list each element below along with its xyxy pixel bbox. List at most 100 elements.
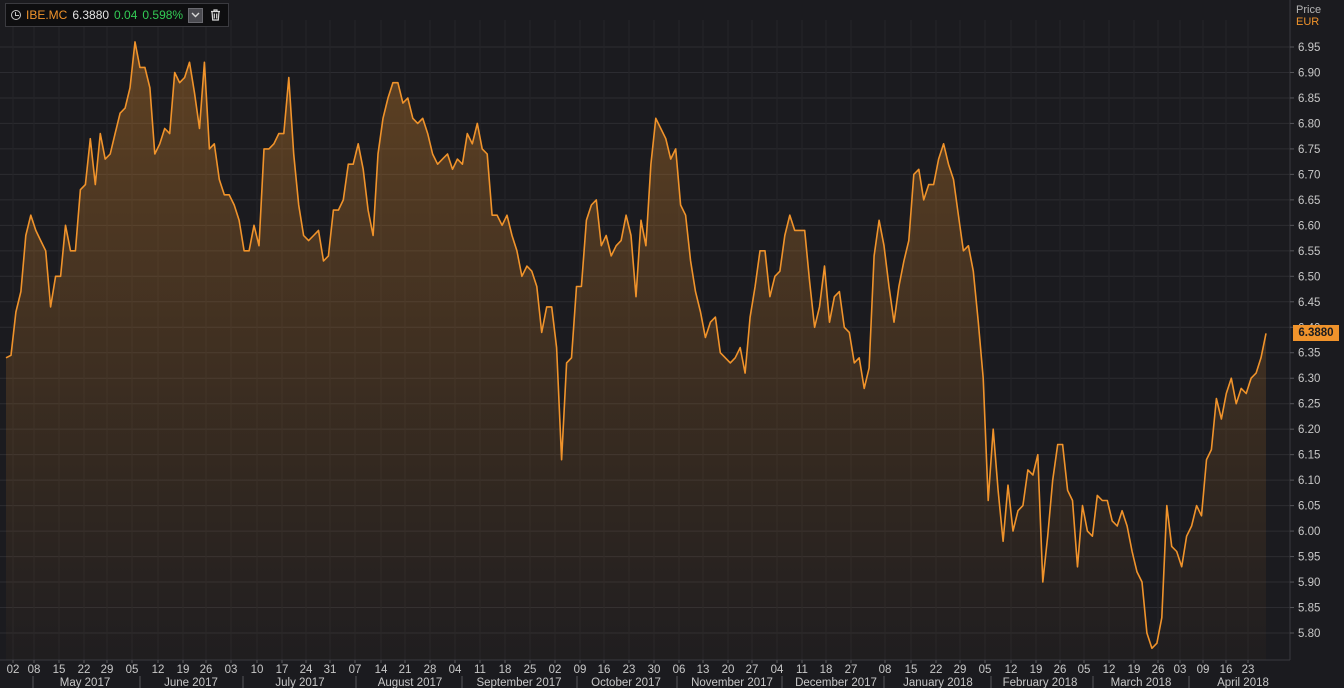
y-tick-label: 6.25	[1298, 399, 1320, 411]
x-tick-label: 29	[101, 664, 114, 676]
y-tick-label: 5.90	[1298, 577, 1320, 589]
x-tick-label: 28	[424, 664, 437, 676]
x-tick-label: 18	[820, 664, 833, 676]
price-change-percent: 0.598%	[142, 8, 184, 22]
x-tick-label: 05	[1078, 664, 1091, 676]
x-tick-label: 15	[53, 664, 66, 676]
y-tick-label: 5.85	[1298, 603, 1320, 615]
x-tick-label: 11	[796, 664, 808, 676]
currency-label: EUR	[1296, 16, 1320, 28]
chevron-down-icon[interactable]	[188, 7, 204, 23]
x-tick-label: 16	[1220, 664, 1233, 676]
month-label: September 2017	[476, 677, 561, 688]
last-value-badge: 6.3880	[1293, 325, 1339, 341]
x-tick-label: 23	[1242, 664, 1255, 676]
x-tick-label: 13	[697, 664, 710, 676]
month-label: November 2017	[691, 677, 773, 688]
x-tick-label: 23	[623, 664, 636, 676]
y-tick-label: 5.95	[1298, 552, 1320, 564]
y-tick-label: 6.45	[1298, 297, 1320, 309]
y-tick-label: 6.30	[1298, 373, 1320, 385]
x-tick-label: 27	[746, 664, 759, 676]
x-tick-label: 22	[930, 664, 943, 676]
y-tick-label: 6.60	[1298, 220, 1320, 232]
x-tick-label: 12	[152, 664, 165, 676]
y-tick-label: 6.75	[1298, 144, 1320, 156]
x-tick-label: 06	[673, 664, 686, 676]
y-tick-label: 6.50	[1298, 271, 1320, 283]
x-tick-label: 02	[7, 664, 20, 676]
x-tick-label: 03	[1174, 664, 1187, 676]
x-tick-label: 09	[574, 664, 587, 676]
y-tick-label: 6.05	[1298, 501, 1320, 513]
trash-icon[interactable]	[208, 8, 223, 23]
x-tick-label: 03	[225, 664, 238, 676]
x-tick-label: 02	[549, 664, 562, 676]
last-price: 6.3880	[72, 8, 110, 22]
x-tick-label: 12	[1103, 664, 1116, 676]
x-tick-label: 19	[1128, 664, 1141, 676]
y-tick-label: 6.70	[1298, 169, 1320, 181]
x-tick-label: 12	[1005, 664, 1018, 676]
x-tick-label: 26	[1054, 664, 1067, 676]
y-tick-label: 6.55	[1298, 246, 1320, 258]
month-label: June 2017	[164, 677, 218, 688]
x-tick-label: 24	[300, 664, 313, 676]
y-tick-label: 5.80	[1298, 628, 1320, 640]
y-axis-ticks: 5.80 5.85 5.90 5.95 6.00 6.05 6.10 6.15 6.20 6.25…	[1290, 42, 1320, 640]
x-tick-label: 04	[449, 664, 462, 676]
month-label: August 2017	[378, 677, 443, 688]
x-tick-label: 19	[1030, 664, 1043, 676]
month-label: July 2017	[275, 677, 324, 688]
x-tick-label: 22	[78, 664, 91, 676]
ticker-symbol[interactable]: IBE.MC	[26, 8, 67, 22]
price-chart[interactable]: 5.80 5.85 5.90 5.95 6.00 6.05 6.10 6.15 6.20 6.25…	[0, 0, 1344, 688]
x-tick-label: 08	[28, 664, 41, 676]
y-tick-label: 6.65	[1298, 195, 1320, 207]
month-label: December 2017	[795, 677, 877, 688]
month-label: March 2018	[1111, 677, 1172, 688]
y-tick-label: 6.80	[1298, 118, 1320, 130]
x-tick-label: 09	[1197, 664, 1210, 676]
x-tick-label: 26	[200, 664, 213, 676]
x-tick-label: 19	[177, 664, 190, 676]
instrument-toolbar: IBE.MC 6.3880 0.04 0.598%	[5, 3, 230, 27]
y-axis-header: Price EUR	[1296, 4, 1321, 28]
y-tick-label: 6.85	[1298, 93, 1320, 105]
x-tick-label: 27	[845, 664, 858, 676]
y-tick-label: 6.90	[1298, 67, 1320, 79]
price-change: 0.04	[114, 8, 138, 22]
y-tick-label: 6.10	[1298, 475, 1320, 487]
y-axis-label: Price	[1296, 4, 1322, 16]
x-tick-label: 20	[722, 664, 735, 676]
x-tick-label: 08	[879, 664, 892, 676]
x-tick-label: 26	[1152, 664, 1165, 676]
x-tick-label: 31	[324, 664, 337, 676]
month-label: May 2017	[60, 677, 111, 688]
x-tick-label: 30	[648, 664, 661, 676]
x-tick-label: 11	[474, 664, 486, 676]
x-axis-months: May 2017 June 2017 July 2017 August 2017 Sep…	[32, 676, 1269, 688]
month-label: October 2017	[591, 677, 661, 688]
y-tick-label: 6.00	[1298, 526, 1320, 538]
x-tick-label: 10	[251, 664, 264, 676]
y-tick-label: 6.95	[1298, 42, 1320, 54]
x-axis-ticks: 02 08 15 22 29 05 12 19 26 03 10 17 24 31 07 14 21 28 04 11…	[7, 660, 1255, 676]
x-tick-label: 05	[126, 664, 139, 676]
x-tick-label: 21	[399, 664, 412, 676]
x-tick-label: 18	[499, 664, 512, 676]
month-label: January 2018	[903, 677, 973, 688]
x-tick-label: 14	[375, 664, 388, 676]
x-tick-label: 17	[276, 664, 289, 676]
month-label: February 2018	[1003, 677, 1078, 688]
x-tick-label: 07	[349, 664, 362, 676]
y-tick-label: 6.35	[1298, 348, 1320, 360]
y-tick-label: 6.15	[1298, 450, 1320, 462]
month-label: April 2018	[1217, 677, 1269, 688]
x-tick-label: 29	[954, 664, 967, 676]
x-tick-label: 05	[979, 664, 992, 676]
x-tick-label: 25	[524, 664, 537, 676]
x-tick-label: 04	[771, 664, 784, 676]
clock-icon[interactable]	[11, 10, 21, 20]
x-tick-label: 16	[598, 664, 611, 676]
